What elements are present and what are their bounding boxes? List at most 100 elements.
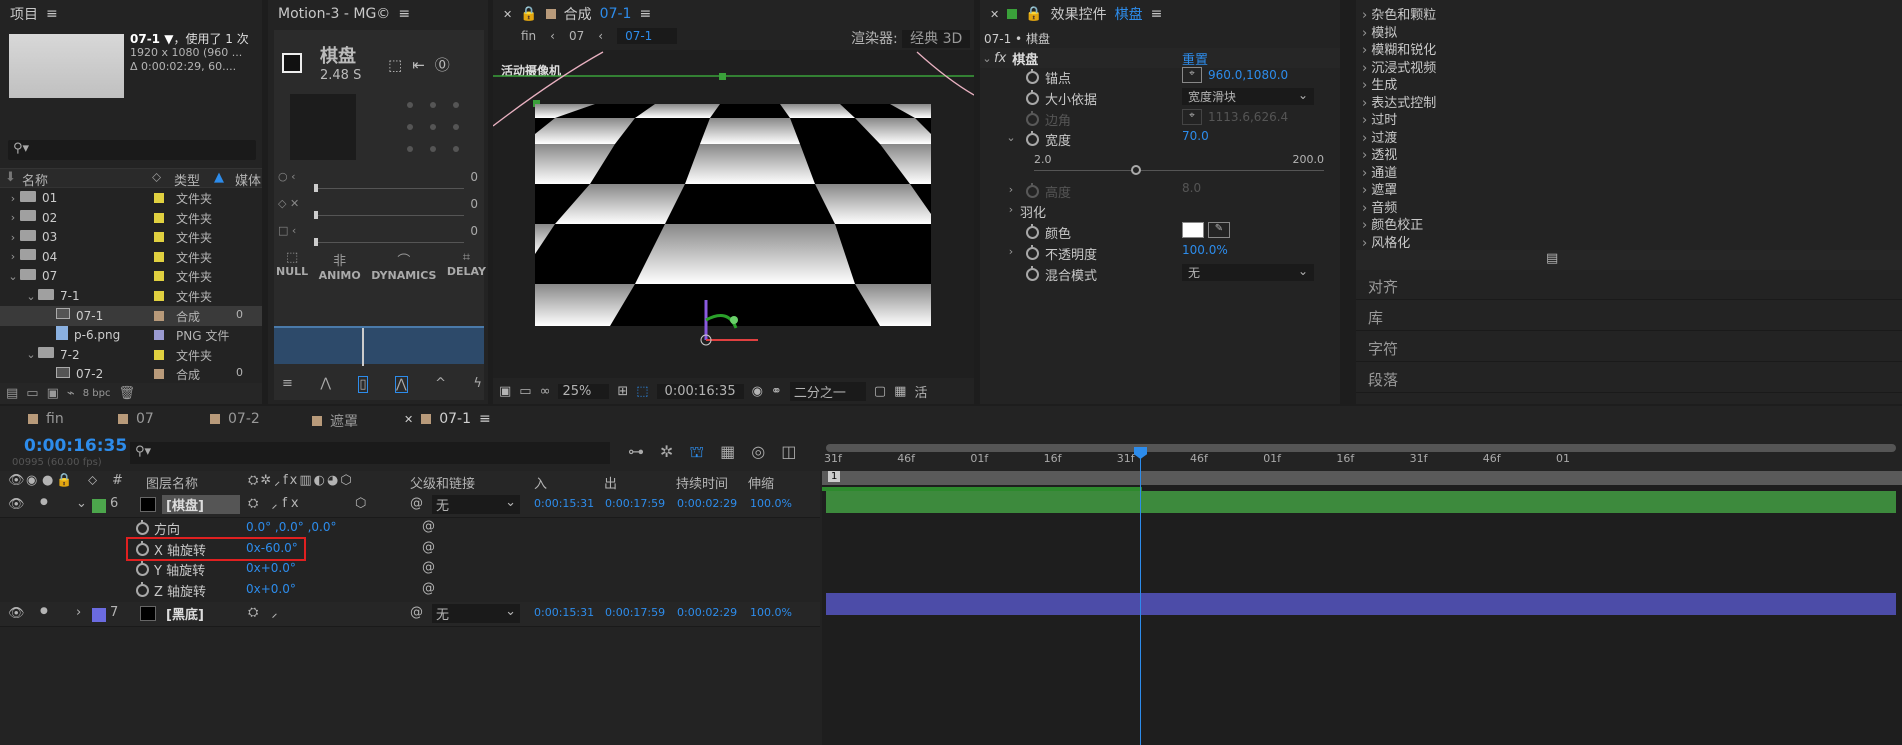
panel-menu-icon[interactable]: ≡ bbox=[1151, 6, 1163, 22]
effect-category[interactable]: › 颜色校正 bbox=[1362, 214, 1423, 233]
layer-bar-black[interactable] bbox=[826, 593, 1896, 615]
glasses-icon[interactable]: ∞ bbox=[540, 384, 551, 399]
col-layer-name[interactable]: 图层名称 bbox=[146, 473, 198, 492]
pickwhip-icon[interactable]: @ bbox=[422, 519, 435, 534]
layer-in[interactable]: 0:00:15:31 bbox=[534, 606, 594, 619]
crumb-fin[interactable]: fin bbox=[521, 29, 536, 43]
gizmo-icon[interactable] bbox=[688, 290, 768, 360]
close-icon[interactable]: ✕ bbox=[990, 8, 999, 21]
expand-chevron-icon[interactable]: › bbox=[6, 192, 20, 205]
label-color[interactable] bbox=[154, 212, 164, 223]
expand-chevron-icon[interactable]: › bbox=[1004, 245, 1018, 258]
layer-switches[interactable]: ⛭ ⸝fx bbox=[248, 496, 303, 511]
effect-category[interactable]: › 通道 bbox=[1362, 162, 1397, 181]
stopwatch-icon[interactable] bbox=[1026, 90, 1039, 105]
comp-tab[interactable]: ✕ 🔒 合成 07-1 ≡ bbox=[493, 0, 974, 28]
tool-null[interactable]: ⬚ NULL bbox=[276, 250, 308, 282]
3d-layer-icon[interactable]: ⬡ bbox=[355, 496, 366, 511]
crumb-07[interactable]: 07 bbox=[569, 29, 584, 43]
prop-value[interactable]: 960.0,1080.0 bbox=[1208, 68, 1288, 82]
side-panel-tab[interactable]: 字符 bbox=[1356, 332, 1902, 362]
expand-chevron-icon[interactable]: › bbox=[1004, 183, 1018, 196]
crumb-07-1[interactable]: 07-1 bbox=[617, 28, 678, 44]
project-item[interactable]: ⌄ 07 文件夹 bbox=[0, 266, 262, 286]
resolution-select[interactable]: 二分之一 bbox=[789, 381, 866, 401]
stopwatch-icon[interactable] bbox=[136, 540, 149, 556]
motion-slider[interactable]: ◇ ✕ 0 bbox=[278, 197, 478, 219]
renderer-value[interactable]: 经典 3D bbox=[902, 30, 971, 48]
stopwatch-icon[interactable] bbox=[1026, 224, 1039, 239]
project-item[interactable]: ⌄ 7-2 文件夹 bbox=[0, 345, 262, 365]
ease-icon[interactable]: ⋀ bbox=[320, 376, 331, 393]
expand-chevron-icon[interactable]: › bbox=[1004, 203, 1018, 216]
col-type[interactable]: 类型 bbox=[174, 170, 200, 189]
effect-category[interactable]: › 杂色和颗粒 bbox=[1362, 4, 1436, 23]
timeline-tab[interactable]: 07 bbox=[118, 411, 154, 427]
layer-duration[interactable]: 0:00:02:29 bbox=[677, 497, 737, 510]
fx-icon[interactable]: fx bbox=[994, 51, 1006, 66]
project-item[interactable]: › 01 文件夹 bbox=[0, 188, 262, 208]
comp-flow-icon[interactable]: ⊶ bbox=[628, 442, 644, 463]
time-ruler[interactable]: 31f 46f 01f 16f 31f 46f 01f 16f 31f 46f 01 bbox=[822, 440, 1902, 470]
crosshair-icon[interactable]: ⌖ bbox=[1182, 67, 1202, 83]
effect-category[interactable]: › 生成 bbox=[1362, 74, 1397, 93]
stopwatch-icon[interactable] bbox=[1026, 245, 1039, 260]
layer-label-color[interactable] bbox=[92, 499, 106, 513]
slider-mode-icon[interactable]: ○ ‹ bbox=[278, 170, 296, 183]
panel-menu-icon[interactable]: ≡ bbox=[46, 6, 58, 22]
layer-row[interactable]: 👁 ● › 7 [黑底] ⛭ ⸝ @ 无 ⌄ 0:00:15:31 0:00:17… bbox=[0, 602, 820, 627]
label-color[interactable] bbox=[154, 271, 164, 282]
motion-preview[interactable] bbox=[290, 94, 356, 160]
tool-animo[interactable]: 非 ANIMO bbox=[319, 250, 361, 282]
pickwhip-icon[interactable]: @ bbox=[422, 581, 435, 596]
col-dur[interactable]: 持续时间 bbox=[676, 473, 728, 492]
parent-select[interactable]: 无 ⌄ bbox=[432, 495, 520, 514]
region-icon[interactable]: ⬚ bbox=[636, 384, 648, 399]
timeline-tab[interactable]: ✕ 07-1 ≡ bbox=[404, 411, 491, 427]
label-color[interactable] bbox=[154, 193, 164, 203]
timeline-tab[interactable]: fin bbox=[28, 411, 64, 427]
side-panel-tab[interactable]: 库 bbox=[1356, 301, 1902, 331]
effect-category[interactable]: › 模糊和锐化 bbox=[1362, 39, 1436, 58]
adjust-icon[interactable]: ⌁ bbox=[67, 386, 75, 401]
tool-delay[interactable]: ⌗ DELAY bbox=[447, 250, 486, 282]
stopwatch-icon[interactable] bbox=[1026, 266, 1039, 281]
close-icon[interactable]: ✕ bbox=[503, 8, 512, 21]
new-bin-icon[interactable]: ▤ bbox=[1546, 251, 1558, 266]
anchor-grid[interactable] bbox=[398, 94, 468, 160]
motion-slider[interactable]: ○ ‹ 0 bbox=[278, 170, 478, 192]
panel-menu-icon[interactable]: ≡ bbox=[639, 6, 651, 22]
stopwatch-icon[interactable] bbox=[136, 581, 149, 597]
transform-prop-value[interactable]: 0.0° ,0.0° ,0.0° bbox=[246, 520, 337, 534]
view-icon[interactable]: ▢ bbox=[874, 384, 886, 399]
col-out[interactable]: 出 bbox=[604, 473, 617, 492]
side-panel-tab[interactable]: 对齐 bbox=[1356, 270, 1902, 300]
transform-prop-value[interactable]: 0x+0.0° bbox=[246, 582, 296, 596]
layer-stretch[interactable]: 100.0% bbox=[750, 606, 792, 619]
select-icon[interactable]: ⬚ bbox=[388, 56, 412, 74]
pickwhip-icon[interactable]: @ bbox=[410, 605, 423, 620]
project-item[interactable]: 07-2 合成 0 bbox=[0, 364, 262, 384]
draft3d-icon[interactable]: ✲ bbox=[660, 442, 673, 463]
effect-category[interactable]: › 表达式控制 bbox=[1362, 92, 1436, 111]
layer-in[interactable]: 0:00:15:31 bbox=[534, 497, 594, 510]
expand-chevron-icon[interactable]: ⌄ bbox=[24, 348, 38, 361]
stopwatch-icon[interactable] bbox=[136, 561, 149, 576]
effect-controls-tab[interactable]: ✕ 🔒 效果控件 棋盘 ≡ bbox=[980, 0, 1340, 28]
transform-prop-value[interactable]: 0x-60.0° bbox=[246, 541, 298, 555]
motion-graph[interactable] bbox=[274, 326, 484, 366]
comp-info-name[interactable]: 07-1 ▼ bbox=[130, 32, 173, 46]
effect-category[interactable]: › 音频 bbox=[1362, 197, 1397, 216]
trash-icon[interactable]: 🗑 bbox=[118, 386, 135, 401]
expand-chevron-icon[interactable]: ⌄ bbox=[1004, 131, 1018, 144]
label-color[interactable] bbox=[154, 232, 164, 243]
monitor-icon[interactable]: ▭ bbox=[519, 384, 531, 399]
curve-icon[interactable]: ⋀ bbox=[395, 376, 408, 393]
effect-category[interactable]: › 风格化 bbox=[1362, 232, 1410, 251]
layer-name[interactable]: [棋盘] bbox=[162, 495, 240, 514]
project-search[interactable]: ⚲▾ bbox=[8, 140, 256, 160]
expand-chevron-icon[interactable]: › bbox=[6, 211, 20, 224]
expand-chevron-icon[interactable]: › bbox=[76, 605, 81, 620]
solo-dot-icon[interactable]: ● bbox=[40, 497, 48, 507]
graph-editor-icon[interactable]: ◫ bbox=[781, 442, 796, 463]
